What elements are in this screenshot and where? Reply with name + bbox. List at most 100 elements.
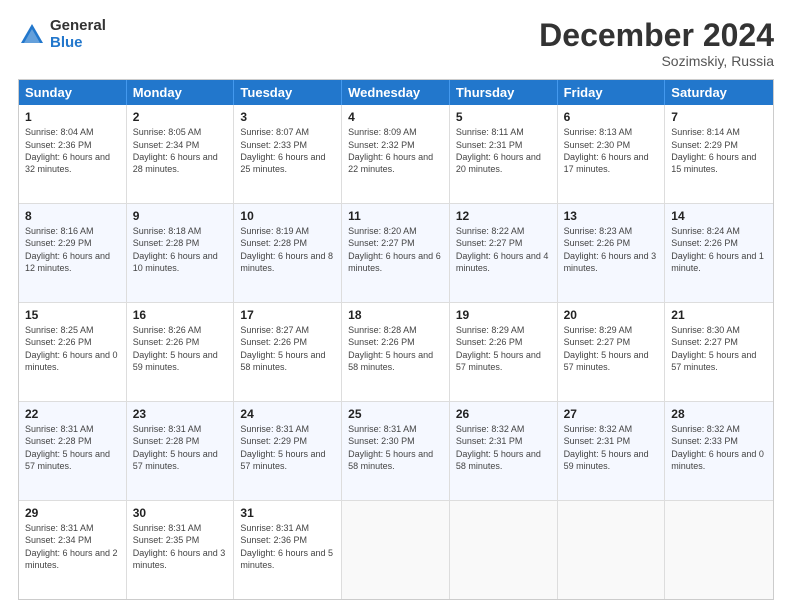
calendar-cell — [665, 501, 773, 599]
day-info: Sunrise: 8:18 AMSunset: 2:28 PMDaylight:… — [133, 225, 228, 274]
day-number: 22 — [25, 406, 120, 422]
day-info: Sunrise: 8:28 AMSunset: 2:26 PMDaylight:… — [348, 324, 443, 373]
calendar-row-2: 8Sunrise: 8:16 AMSunset: 2:29 PMDaylight… — [19, 204, 773, 303]
calendar-cell: 31Sunrise: 8:31 AMSunset: 2:36 PMDayligh… — [234, 501, 342, 599]
header: General Blue December 2024 Sozimskiy, Ru… — [18, 18, 774, 69]
day-number: 28 — [671, 406, 767, 422]
day-number: 25 — [348, 406, 443, 422]
calendar-cell: 3Sunrise: 8:07 AMSunset: 2:33 PMDaylight… — [234, 105, 342, 203]
day-info: Sunrise: 8:07 AMSunset: 2:33 PMDaylight:… — [240, 126, 335, 175]
day-info: Sunrise: 8:24 AMSunset: 2:26 PMDaylight:… — [671, 225, 767, 274]
day-number: 20 — [564, 307, 659, 323]
calendar-cell — [558, 501, 666, 599]
calendar-cell: 12Sunrise: 8:22 AMSunset: 2:27 PMDayligh… — [450, 204, 558, 302]
calendar-cell: 27Sunrise: 8:32 AMSunset: 2:31 PMDayligh… — [558, 402, 666, 500]
calendar-cell: 26Sunrise: 8:32 AMSunset: 2:31 PMDayligh… — [450, 402, 558, 500]
day-info: Sunrise: 8:30 AMSunset: 2:27 PMDaylight:… — [671, 324, 767, 373]
calendar-cell: 7Sunrise: 8:14 AMSunset: 2:29 PMDaylight… — [665, 105, 773, 203]
day-info: Sunrise: 8:26 AMSunset: 2:26 PMDaylight:… — [133, 324, 228, 373]
day-info: Sunrise: 8:29 AMSunset: 2:26 PMDaylight:… — [456, 324, 551, 373]
calendar-cell: 5Sunrise: 8:11 AMSunset: 2:31 PMDaylight… — [450, 105, 558, 203]
day-number: 13 — [564, 208, 659, 224]
calendar-cell: 6Sunrise: 8:13 AMSunset: 2:30 PMDaylight… — [558, 105, 666, 203]
day-info: Sunrise: 8:09 AMSunset: 2:32 PMDaylight:… — [348, 126, 443, 175]
calendar-row-4: 22Sunrise: 8:31 AMSunset: 2:28 PMDayligh… — [19, 402, 773, 501]
header-day-friday: Friday — [558, 80, 666, 105]
day-info: Sunrise: 8:16 AMSunset: 2:29 PMDaylight:… — [25, 225, 120, 274]
day-info: Sunrise: 8:32 AMSunset: 2:33 PMDaylight:… — [671, 423, 767, 472]
calendar-cell: 28Sunrise: 8:32 AMSunset: 2:33 PMDayligh… — [665, 402, 773, 500]
calendar-cell: 17Sunrise: 8:27 AMSunset: 2:26 PMDayligh… — [234, 303, 342, 401]
day-info: Sunrise: 8:05 AMSunset: 2:34 PMDaylight:… — [133, 126, 228, 175]
logo-icon — [18, 21, 46, 49]
day-info: Sunrise: 8:19 AMSunset: 2:28 PMDaylight:… — [240, 225, 335, 274]
day-info: Sunrise: 8:31 AMSunset: 2:29 PMDaylight:… — [240, 423, 335, 472]
calendar-cell: 14Sunrise: 8:24 AMSunset: 2:26 PMDayligh… — [665, 204, 773, 302]
calendar-cell: 10Sunrise: 8:19 AMSunset: 2:28 PMDayligh… — [234, 204, 342, 302]
page: General Blue December 2024 Sozimskiy, Ru… — [0, 0, 792, 612]
logo-blue: Blue — [50, 35, 106, 52]
day-number: 11 — [348, 208, 443, 224]
calendar-header: SundayMondayTuesdayWednesdayThursdayFrid… — [19, 80, 773, 105]
day-info: Sunrise: 8:32 AMSunset: 2:31 PMDaylight:… — [456, 423, 551, 472]
day-number: 10 — [240, 208, 335, 224]
calendar-row-5: 29Sunrise: 8:31 AMSunset: 2:34 PMDayligh… — [19, 501, 773, 599]
calendar: SundayMondayTuesdayWednesdayThursdayFrid… — [18, 79, 774, 600]
calendar-cell: 19Sunrise: 8:29 AMSunset: 2:26 PMDayligh… — [450, 303, 558, 401]
day-number: 18 — [348, 307, 443, 323]
day-number: 8 — [25, 208, 120, 224]
calendar-cell: 16Sunrise: 8:26 AMSunset: 2:26 PMDayligh… — [127, 303, 235, 401]
day-number: 7 — [671, 109, 767, 125]
calendar-row-3: 15Sunrise: 8:25 AMSunset: 2:26 PMDayligh… — [19, 303, 773, 402]
title-block: December 2024 Sozimskiy, Russia — [539, 18, 774, 69]
day-number: 14 — [671, 208, 767, 224]
calendar-cell: 15Sunrise: 8:25 AMSunset: 2:26 PMDayligh… — [19, 303, 127, 401]
day-number: 17 — [240, 307, 335, 323]
calendar-cell: 8Sunrise: 8:16 AMSunset: 2:29 PMDaylight… — [19, 204, 127, 302]
day-info: Sunrise: 8:27 AMSunset: 2:26 PMDaylight:… — [240, 324, 335, 373]
calendar-cell: 30Sunrise: 8:31 AMSunset: 2:35 PMDayligh… — [127, 501, 235, 599]
day-number: 4 — [348, 109, 443, 125]
calendar-cell: 1Sunrise: 8:04 AMSunset: 2:36 PMDaylight… — [19, 105, 127, 203]
day-number: 5 — [456, 109, 551, 125]
calendar-cell: 13Sunrise: 8:23 AMSunset: 2:26 PMDayligh… — [558, 204, 666, 302]
day-number: 12 — [456, 208, 551, 224]
day-info: Sunrise: 8:11 AMSunset: 2:31 PMDaylight:… — [456, 126, 551, 175]
header-day-sunday: Sunday — [19, 80, 127, 105]
day-info: Sunrise: 8:20 AMSunset: 2:27 PMDaylight:… — [348, 225, 443, 274]
day-number: 9 — [133, 208, 228, 224]
day-number: 15 — [25, 307, 120, 323]
calendar-cell: 23Sunrise: 8:31 AMSunset: 2:28 PMDayligh… — [127, 402, 235, 500]
logo-text: General Blue — [50, 18, 106, 51]
header-day-thursday: Thursday — [450, 80, 558, 105]
calendar-cell: 2Sunrise: 8:05 AMSunset: 2:34 PMDaylight… — [127, 105, 235, 203]
calendar-cell: 9Sunrise: 8:18 AMSunset: 2:28 PMDaylight… — [127, 204, 235, 302]
day-number: 16 — [133, 307, 228, 323]
month-title: December 2024 — [539, 18, 774, 53]
day-number: 19 — [456, 307, 551, 323]
day-info: Sunrise: 8:31 AMSunset: 2:36 PMDaylight:… — [240, 522, 335, 571]
day-number: 23 — [133, 406, 228, 422]
day-number: 29 — [25, 505, 120, 521]
day-number: 3 — [240, 109, 335, 125]
calendar-cell — [450, 501, 558, 599]
header-day-wednesday: Wednesday — [342, 80, 450, 105]
calendar-body: 1Sunrise: 8:04 AMSunset: 2:36 PMDaylight… — [19, 105, 773, 599]
logo: General Blue — [18, 18, 106, 51]
day-number: 2 — [133, 109, 228, 125]
day-number: 1 — [25, 109, 120, 125]
day-number: 27 — [564, 406, 659, 422]
calendar-cell: 24Sunrise: 8:31 AMSunset: 2:29 PMDayligh… — [234, 402, 342, 500]
day-info: Sunrise: 8:13 AMSunset: 2:30 PMDaylight:… — [564, 126, 659, 175]
day-info: Sunrise: 8:22 AMSunset: 2:27 PMDaylight:… — [456, 225, 551, 274]
day-info: Sunrise: 8:31 AMSunset: 2:30 PMDaylight:… — [348, 423, 443, 472]
header-day-saturday: Saturday — [665, 80, 773, 105]
calendar-cell: 20Sunrise: 8:29 AMSunset: 2:27 PMDayligh… — [558, 303, 666, 401]
calendar-cell: 18Sunrise: 8:28 AMSunset: 2:26 PMDayligh… — [342, 303, 450, 401]
day-info: Sunrise: 8:31 AMSunset: 2:35 PMDaylight:… — [133, 522, 228, 571]
calendar-row-1: 1Sunrise: 8:04 AMSunset: 2:36 PMDaylight… — [19, 105, 773, 204]
location-subtitle: Sozimskiy, Russia — [539, 53, 774, 69]
calendar-cell: 21Sunrise: 8:30 AMSunset: 2:27 PMDayligh… — [665, 303, 773, 401]
calendar-cell: 25Sunrise: 8:31 AMSunset: 2:30 PMDayligh… — [342, 402, 450, 500]
calendar-cell: 29Sunrise: 8:31 AMSunset: 2:34 PMDayligh… — [19, 501, 127, 599]
